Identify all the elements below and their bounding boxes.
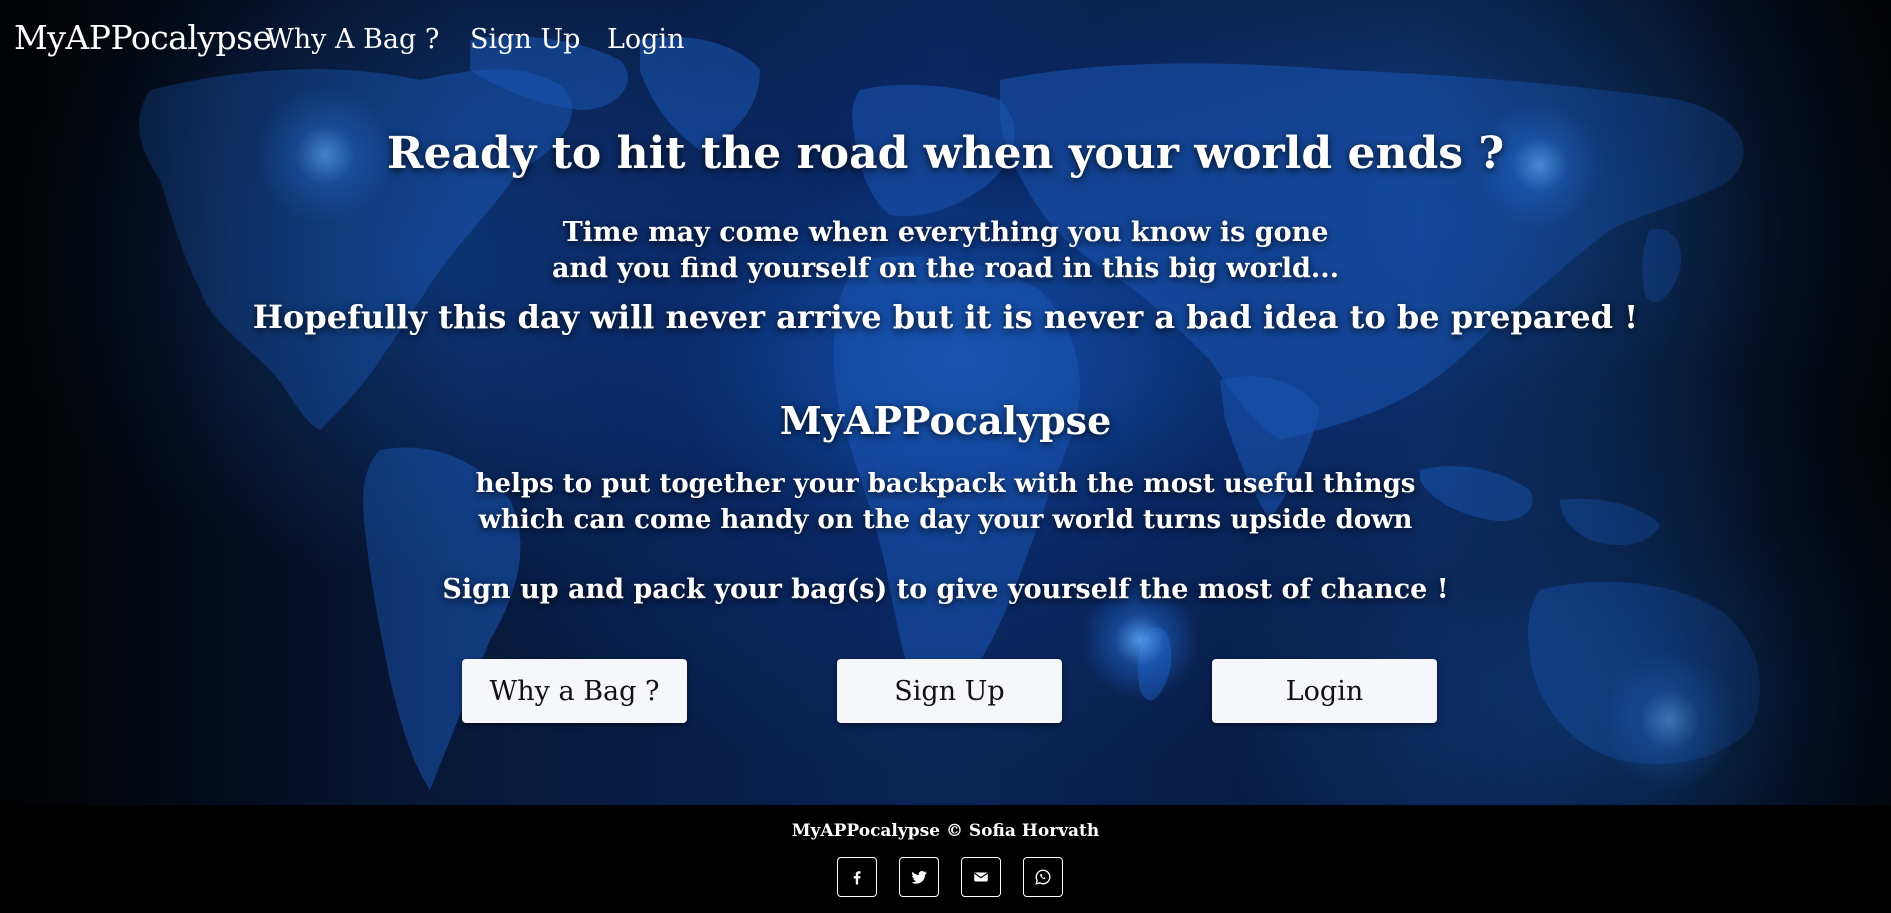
brand-logo-link[interactable]: MyAPPocalypse: [14, 18, 272, 57]
whatsapp-icon[interactable]: [1023, 857, 1063, 897]
whatsapp-icon-glyph: [1035, 869, 1051, 885]
app-description: helps to put together your backpack with…: [0, 466, 1891, 538]
twitter-icon-glyph: [911, 871, 927, 884]
page-footer: MyAPPocalypse © Sofia Horvath: [0, 805, 1891, 913]
email-icon-glyph: [974, 872, 988, 882]
sign-up-button[interactable]: Sign Up: [837, 659, 1062, 723]
intro-line: and you find yourself on the road in thi…: [551, 253, 1340, 284]
nav-link-sign-up[interactable]: Sign Up: [470, 24, 580, 55]
facebook-icon[interactable]: [837, 857, 877, 897]
nav-link-login[interactable]: Login: [607, 24, 685, 55]
hero-intro: Time may come when everything you know i…: [0, 215, 1891, 287]
description-line: which can come handy on the day your wor…: [478, 505, 1413, 535]
hero-hope-text: Hopefully this day will never arrive but…: [252, 298, 1639, 336]
twitter-icon[interactable]: [899, 857, 939, 897]
app-name-heading: MyAPPocalypse: [779, 398, 1112, 443]
call-to-action-text: Sign up and pack your bag(s) to give you…: [442, 574, 1449, 605]
nav-link-why-a-bag[interactable]: Why A Bag ?: [266, 24, 439, 55]
description-line: helps to put together your backpack with…: [475, 469, 1416, 499]
email-icon[interactable]: [961, 857, 1001, 897]
why-a-bag-button[interactable]: Why a Bag ?: [462, 659, 687, 723]
hero-headline: Ready to hit the road when your world en…: [386, 128, 1505, 179]
footer-copyright: MyAPPocalypse © Sofia Horvath: [791, 821, 1100, 841]
facebook-icon-glyph: [853, 871, 861, 885]
intro-line: Time may come when everything you know i…: [562, 217, 1329, 248]
login-button[interactable]: Login: [1212, 659, 1437, 723]
top-navbar: MyAPPocalypse Why A Bag ? Sign Up Login: [0, 0, 1891, 84]
